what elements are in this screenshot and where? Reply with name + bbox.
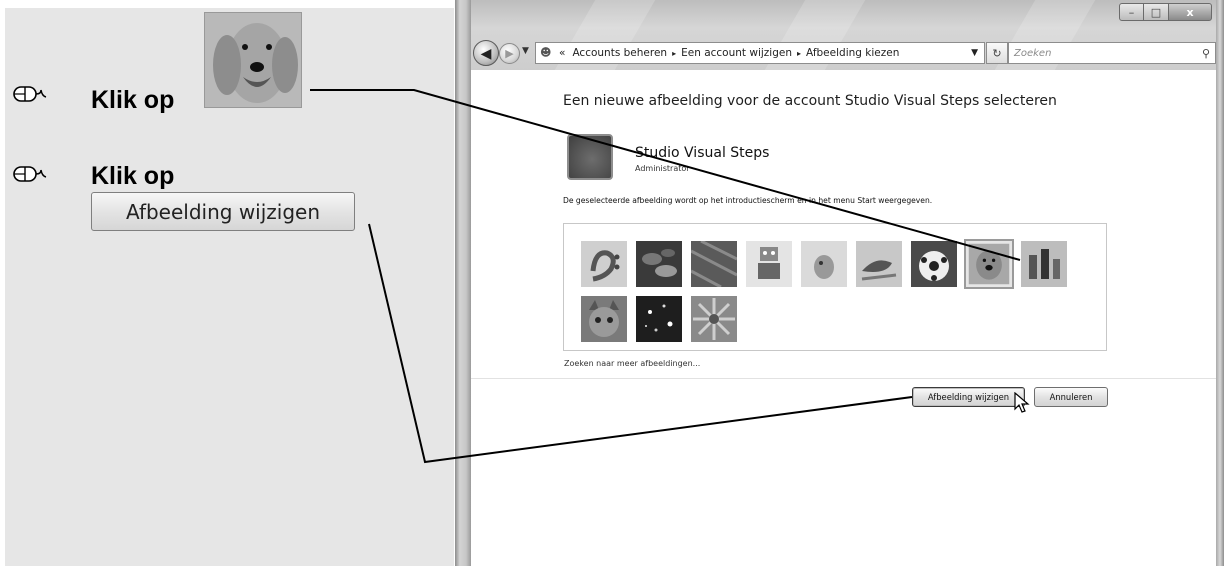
change-picture-button-illustration: Afbeelding wijzigen [91, 192, 355, 231]
address-bar[interactable]: ☻ « Accounts beheren ▸ Een account wijzi… [535, 42, 985, 64]
robot-picture[interactable] [746, 241, 792, 287]
caption-buttons: – □ x [1119, 3, 1212, 21]
info-text: De geselecteerde afbeelding wordt op het… [563, 196, 933, 205]
account-picture [567, 134, 613, 180]
forward-button[interactable]: ▶ [499, 43, 520, 64]
change-picture-button[interactable]: Afbeelding wijzigen [912, 387, 1025, 407]
chess-picture[interactable] [1021, 241, 1067, 287]
refresh-icon: ↻ [992, 47, 1002, 60]
flower-picture[interactable] [691, 296, 737, 342]
close-button[interactable]: x [1168, 3, 1212, 21]
mouse-click-icon [13, 166, 47, 182]
fish-picture[interactable] [801, 241, 847, 287]
breadcrumb-accounts-beheren[interactable]: Accounts beheren [572, 47, 667, 59]
divider [471, 378, 1216, 379]
step1-text: Klik op [91, 86, 175, 114]
breadcrumb-separator[interactable]: ▸ [672, 49, 676, 58]
breadcrumb-afbeelding-kiezen[interactable]: Afbeelding kiezen [806, 47, 899, 59]
cat-picture[interactable] [581, 296, 627, 342]
breadcrumb-account-wijzigen[interactable]: Een account wijzigen [681, 47, 792, 59]
account-name: Studio Visual Steps [635, 145, 770, 161]
sparkles-picture[interactable] [636, 296, 682, 342]
back-button[interactable]: ◀ [473, 40, 499, 66]
window-frame-right [1216, 0, 1224, 566]
picture-grid [563, 223, 1107, 351]
maximize-button[interactable]: □ [1144, 3, 1168, 21]
bird-picture[interactable] [856, 241, 902, 287]
leaves-picture[interactable] [636, 241, 682, 287]
soccer-ball-picture[interactable] [911, 241, 957, 287]
search-input[interactable]: Zoeken ⚲ [1008, 42, 1216, 64]
mouse-click-icon [13, 86, 47, 102]
step2-text: Klik op [91, 162, 175, 190]
search-icon[interactable]: ⚲ [1202, 47, 1210, 60]
refresh-button[interactable]: ↻ [986, 42, 1008, 64]
address-prefix[interactable]: « [559, 47, 565, 59]
mouse-cursor-icon [1014, 392, 1030, 413]
users-icon: ☻ [540, 46, 552, 59]
bass-clef-picture[interactable] [581, 241, 627, 287]
cancel-button[interactable]: Annuleren [1034, 387, 1108, 407]
minimize-button[interactable]: – [1119, 3, 1144, 21]
account-role: Administrator [635, 164, 690, 173]
dog-picture[interactable] [964, 239, 1014, 289]
content-area: Een nieuwe afbeelding voor de account St… [471, 70, 1216, 566]
page-heading: Een nieuwe afbeelding voor de account St… [563, 93, 1057, 109]
dog-thumbnail [204, 12, 302, 108]
recent-pages-dropdown-icon[interactable]: ▼ [522, 46, 529, 56]
control-panel-window: – □ x ◀ ▶ ▼ ☻ « Accounts beheren ▸ Een a… [455, 0, 1224, 566]
search-more-pictures-link[interactable]: Zoeken naar meer afbeeldingen... [564, 359, 700, 368]
address-dropdown-icon[interactable]: ▼ [971, 48, 978, 58]
search-placeholder: Zoeken [1014, 47, 1052, 59]
leather-picture[interactable] [691, 241, 737, 287]
breadcrumb-separator[interactable]: ▸ [797, 49, 801, 58]
window-frame-left [455, 0, 471, 566]
